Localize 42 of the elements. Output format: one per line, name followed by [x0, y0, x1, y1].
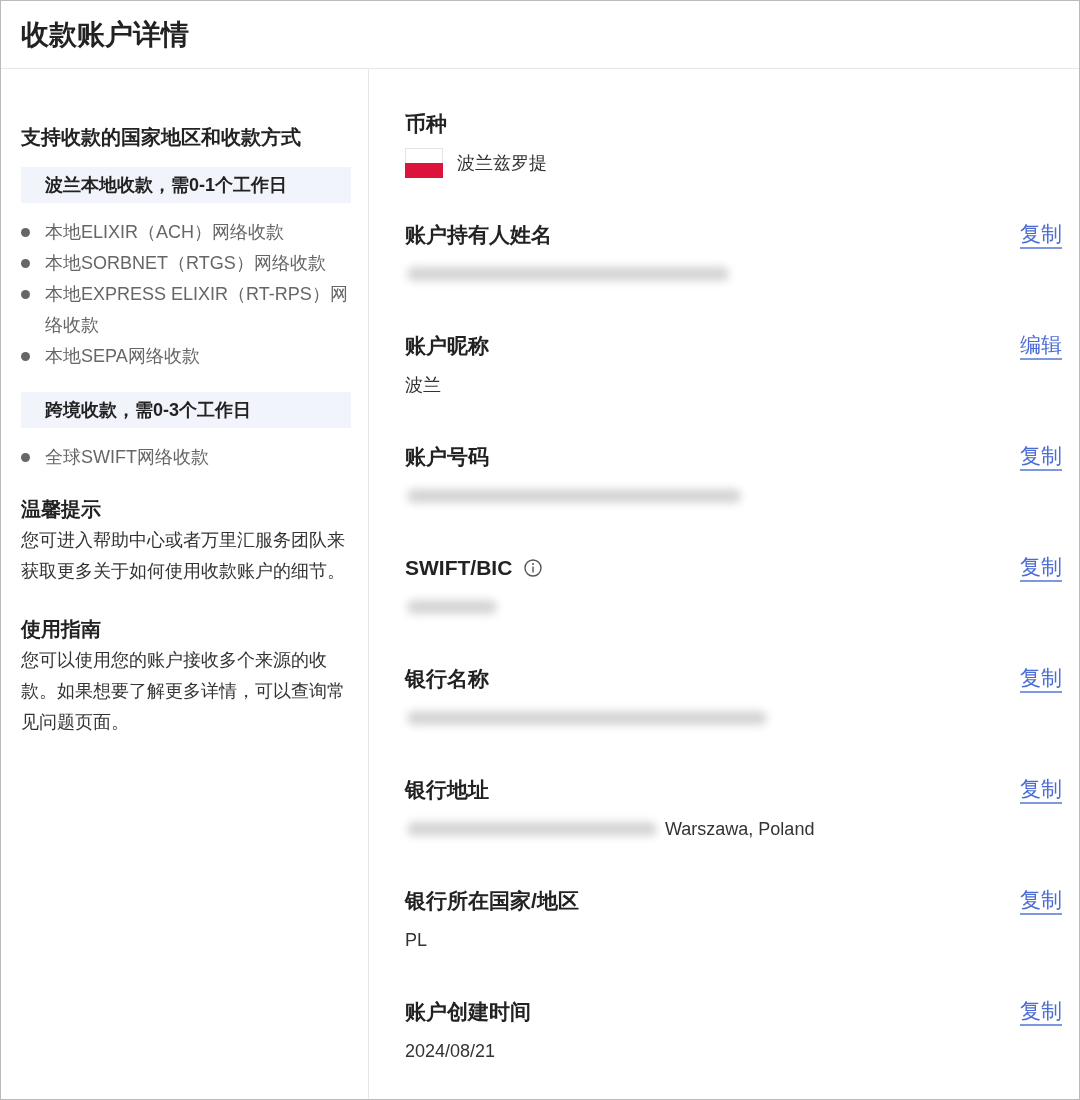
action-link[interactable]: 复制: [1020, 665, 1062, 693]
action-link[interactable]: 复制: [1020, 443, 1062, 471]
payment-method: 全球SWIFT网络收款: [45, 446, 209, 469]
payment-method: 本地SEPA网络收款: [45, 345, 200, 368]
action-link[interactable]: 复制: [1020, 887, 1062, 915]
action-link[interactable]: 复制: [1020, 554, 1062, 582]
page-title: 收款账户详情: [21, 17, 189, 52]
field-label: 账户号码: [405, 444, 489, 470]
action-link[interactable]: 复制: [1020, 776, 1062, 804]
field-value: Warszawa, Poland: [665, 818, 815, 840]
field-value: 波兰: [405, 374, 441, 397]
section-heading: 支持收款的国家地区和收款方式: [21, 125, 302, 150]
action-link[interactable]: 复制: [1020, 221, 1062, 249]
bullet-icon: [21, 453, 30, 462]
note-title: 使用指南: [21, 617, 102, 642]
field-value: PL: [405, 929, 428, 951]
field-label: 币种: [405, 111, 447, 137]
bullet-icon: [21, 290, 30, 299]
field-label: 银行所在国家/地区: [405, 888, 579, 914]
field-value: 波兰兹罗提: [457, 152, 547, 175]
field-label: 账户昵称: [405, 333, 489, 359]
field-label: 账户持有人姓名: [405, 222, 552, 248]
payment-method: 本地ELIXIR（ACH）网络收款: [45, 221, 285, 244]
note-text: 您可进入帮助中心或者万里汇服务团队来获取更多关于如何使用收款账户的细节。: [21, 529, 346, 583]
action-link[interactable]: 复制: [1020, 998, 1062, 1026]
note-text: 您可以使用您的账户接收多个来源的收款。如果想要了解更多详情，可以查询常见问题页面。: [21, 649, 346, 734]
field-label: 账户创建时间: [405, 999, 531, 1025]
payment-method: 本地EXPRESS ELIXIR（RT-RPS）网络收款: [45, 283, 349, 337]
field-value: 2024/08/21: [405, 1040, 496, 1062]
note-title: 温馨提示: [21, 497, 102, 522]
timing-label: 跨境收款，需0-3个工作日: [21, 392, 351, 428]
timing-label: 波兰本地收款，需0-1个工作日: [21, 167, 351, 203]
info-icon[interactable]: [524, 559, 543, 577]
bullet-icon: [21, 352, 30, 361]
action-link[interactable]: 编辑: [1020, 332, 1062, 360]
bullet-icon: [21, 228, 30, 237]
field-label: 银行名称: [405, 666, 489, 692]
field-label: 银行地址: [405, 777, 489, 803]
bullet-icon: [21, 259, 30, 268]
field-label: SWIFT/BIC: [405, 556, 513, 580]
payment-method: 本地SORBNET（RTGS）网络收款: [45, 252, 326, 275]
flag-icon: [405, 148, 443, 178]
